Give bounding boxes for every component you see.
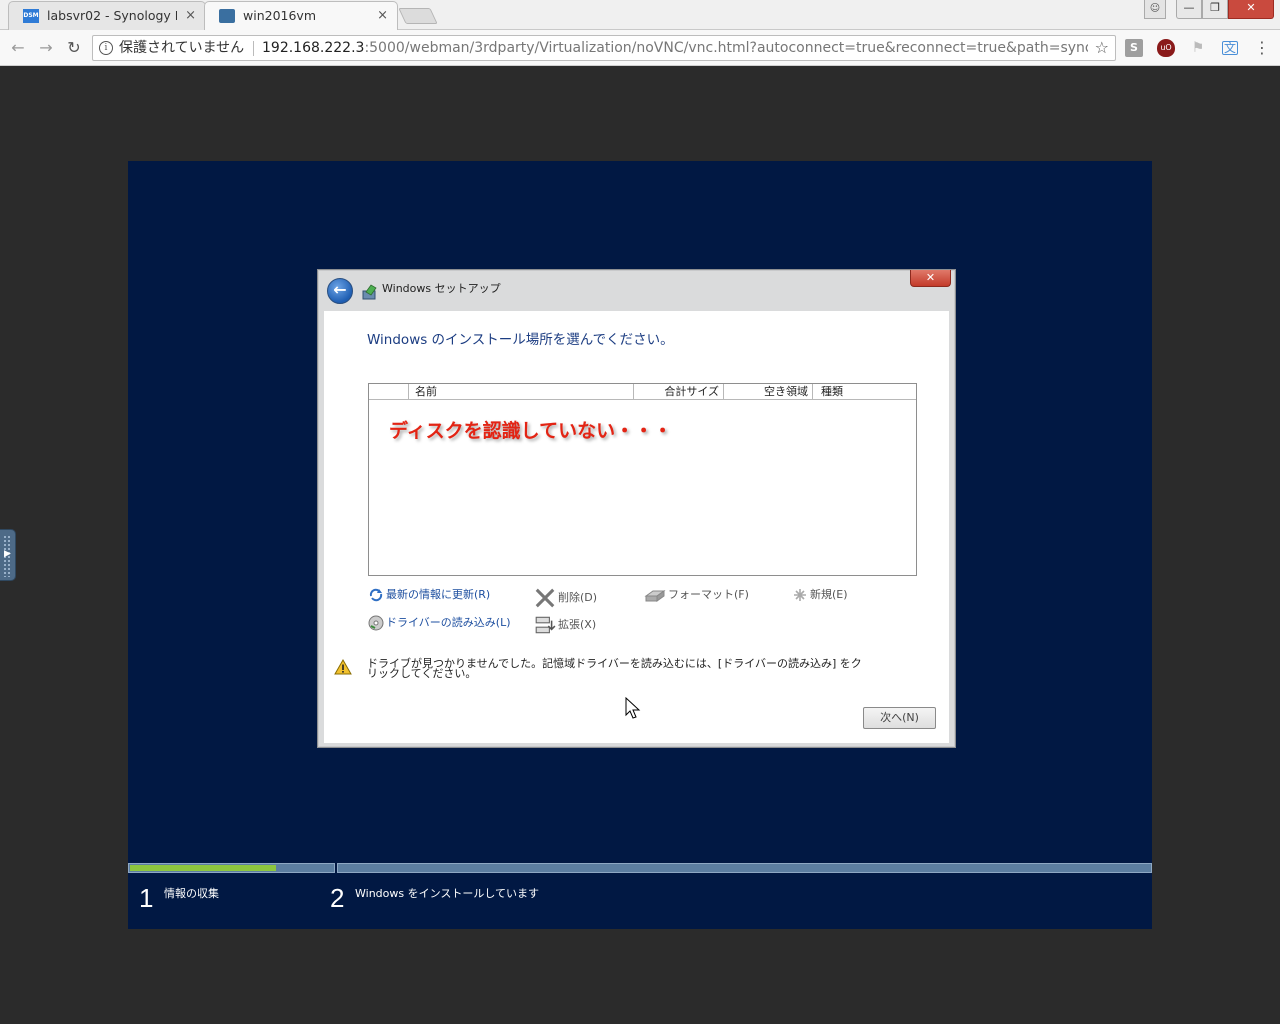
omnibox-divider — [253, 41, 254, 56]
refresh-icon — [369, 588, 383, 602]
menu-icon[interactable]: ⋮ — [1253, 39, 1271, 57]
url-text[interactable]: 192.168.222.3:5000/webman/3rdparty/Virtu… — [262, 36, 1088, 60]
tab-close-icon[interactable]: × — [377, 2, 388, 30]
mouse-cursor-icon — [625, 697, 641, 719]
tab-title: win2016vm — [243, 8, 317, 23]
browser-toolbar: ← → ↻ i 保護されていません 192.168.222.3:5000/web… — [0, 30, 1280, 66]
warning-icon — [334, 659, 352, 675]
step-label-2: Windows をインストールしています — [355, 887, 540, 900]
page-heading: Windows のインストール場所を選んでください。 — [367, 332, 674, 348]
windows-setup-icon — [362, 284, 377, 300]
refresh-label: 最新の情報に更新(R) — [386, 588, 491, 601]
address-bar[interactable]: i 保護されていません 192.168.222.3:5000/webman/3r… — [92, 35, 1116, 61]
vm-favicon-icon — [219, 9, 235, 23]
progress-bar-step-1 — [128, 863, 335, 873]
extend-label: 拡張(X) — [558, 618, 597, 631]
security-label[interactable]: 保護されていません — [119, 36, 244, 60]
new-sparkle-icon — [794, 589, 806, 601]
next-button[interactable]: 次へ(N) — [863, 707, 936, 729]
star-icon[interactable]: ☆ — [1095, 36, 1109, 60]
delete-link[interactable]: 削除(D) — [534, 587, 597, 609]
info-icon[interactable]: i — [99, 41, 113, 55]
user-profile-icon[interactable]: ☺ — [1144, 0, 1166, 19]
novnc-control-bar-handle[interactable]: ▶ — [0, 529, 16, 581]
new-tab-button[interactable] — [398, 8, 438, 24]
new-label: 新規(E) — [810, 588, 848, 601]
reload-icon[interactable]: ↻ — [63, 37, 85, 59]
disk-list-table[interactable]: 名前 合計サイズ 空き領域 種類 ディスクを認識していない・・・ — [368, 383, 917, 576]
delete-icon — [535, 588, 555, 608]
expand-arrow-icon: ▶ — [4, 549, 11, 559]
back-arrow-icon[interactable]: ← — [327, 278, 353, 304]
progress-fill-step-1 — [130, 865, 276, 871]
ublock-icon[interactable]: uO — [1157, 39, 1175, 57]
url-host: 192.168.222.3 — [262, 40, 365, 56]
tab-title: labsvr02 - Synology D — [47, 8, 177, 23]
close-button[interactable]: ✕ — [910, 270, 951, 287]
windows-setup-dialog: ← Windows セットアップ ✕ Windows のインストール場所を選んで… — [317, 269, 956, 748]
extend-drive-icon — [535, 616, 556, 634]
load-driver-label: ドライバーの読み込み(L) — [386, 616, 511, 629]
format-drive-icon — [644, 590, 666, 602]
column-header-total-size[interactable]: 合計サイズ — [634, 384, 724, 399]
extend-link[interactable]: 拡張(X) — [534, 615, 596, 635]
window-maximize-button[interactable]: ❐ — [1202, 0, 1228, 19]
format-link[interactable]: フォーマット(F) — [644, 587, 749, 603]
load-driver-link[interactable]: ドライバーの読み込み(L) — [368, 615, 511, 631]
column-header-icon[interactable] — [369, 384, 409, 399]
translate-icon[interactable]: 文 — [1222, 41, 1238, 55]
tab-win2016vm[interactable]: win2016vm × — [204, 1, 398, 30]
step-number-1: 1 — [139, 883, 154, 913]
step-label-1: 情報の収集 — [164, 887, 219, 900]
tab-synology[interactable]: DSM labsvr02 - Synology D × — [8, 1, 206, 30]
setup-content-panel: Windows のインストール場所を選んでください。 名前 合計サイズ 空き領域… — [324, 311, 949, 743]
flag-icon[interactable]: ⚑ — [1189, 39, 1207, 57]
url-path: :5000/webman/3rdparty/Virtualization/noV… — [364, 40, 1088, 56]
step-number-2: 2 — [330, 883, 345, 913]
tab-strip: DSM labsvr02 - Synology D × win2016vm × … — [0, 0, 1280, 30]
forward-icon[interactable]: → — [35, 37, 57, 59]
window-minimize-button[interactable]: — — [1176, 0, 1202, 19]
vnc-screen[interactable]: ← Windows セットアップ ✕ Windows のインストール場所を選んで… — [128, 161, 1152, 929]
column-header-free-space[interactable]: 空き領域 — [724, 384, 813, 399]
extension-s-icon[interactable]: S — [1125, 39, 1143, 57]
format-label: フォーマット(F) — [668, 588, 749, 601]
table-header: 名前 合計サイズ 空き領域 種類 — [369, 384, 916, 400]
new-link[interactable]: 新規(E) — [792, 587, 848, 603]
window-title: Windows セットアップ — [382, 282, 501, 295]
refresh-link[interactable]: 最新の情報に更新(R) — [368, 587, 490, 603]
window-close-button[interactable]: ✕ — [1228, 0, 1274, 19]
column-header-type[interactable]: 種類 — [813, 384, 916, 399]
progress-bar-step-2 — [337, 863, 1152, 873]
warning-message: ドライブが見つかりませんでした。記憶域ドライバーを読み込むには、[ドライバーの読… — [367, 657, 862, 680]
back-icon[interactable]: ← — [7, 37, 29, 59]
column-header-name[interactable]: 名前 — [409, 384, 634, 399]
cd-driver-icon — [368, 615, 384, 631]
overlay-annotation: ディスクを認識していない・・・ — [389, 420, 673, 442]
tab-close-icon[interactable]: × — [185, 2, 196, 30]
dsm-favicon-icon: DSM — [23, 9, 39, 23]
delete-label: 削除(D) — [558, 591, 598, 604]
